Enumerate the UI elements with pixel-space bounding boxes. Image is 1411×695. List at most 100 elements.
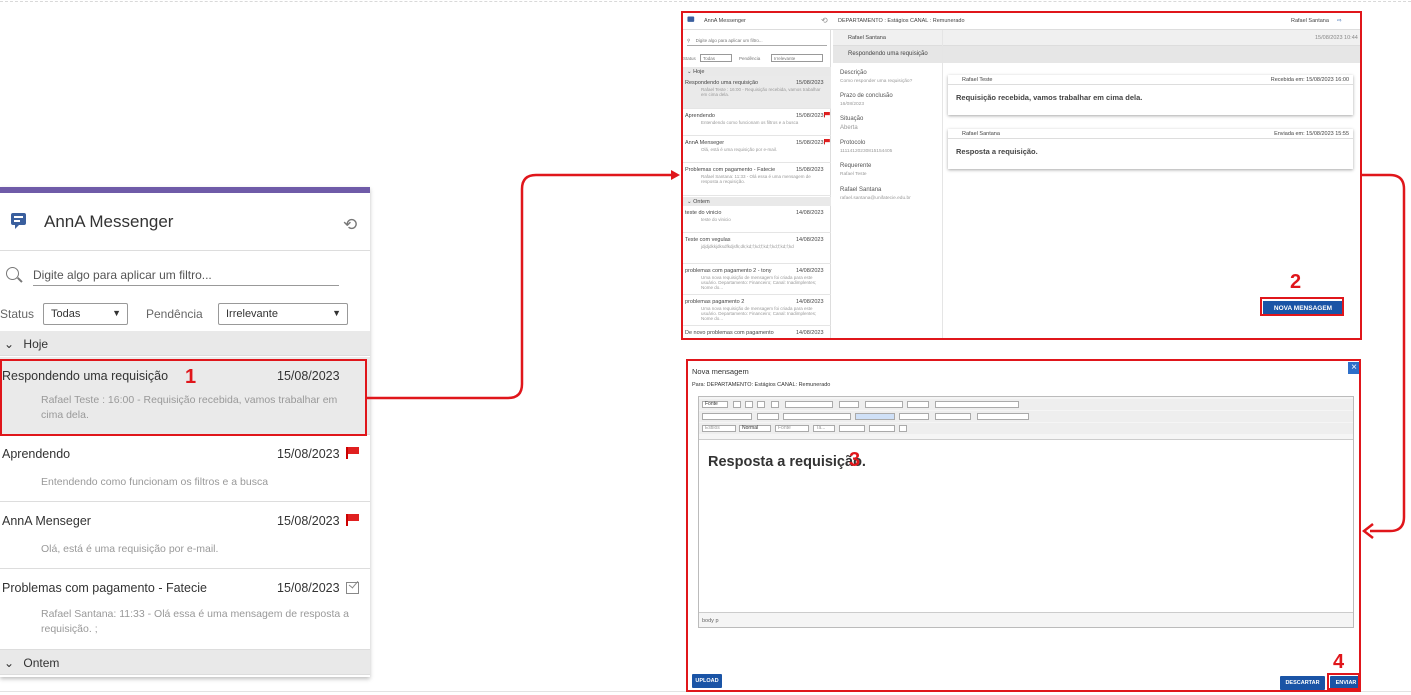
toolbar-button[interactable] [733, 401, 741, 408]
shot-group-yesterday[interactable]: ⌄ Ontem [683, 197, 831, 206]
detail-key: Prazo de conclusão [840, 93, 893, 99]
shot-sidebar: ⚲ Digite algo para aplicar um filtro... … [683, 30, 831, 338]
detail-key: Protocolo [840, 140, 866, 146]
shot-search[interactable]: ⚲ Digite algo para aplicar um filtro... [687, 38, 827, 46]
shot-status-select[interactable]: Todas [700, 54, 732, 62]
item-date: 15/08/2023 [277, 514, 340, 528]
refresh-icon[interactable]: ⟲ [343, 215, 357, 235]
format-select[interactable]: Normal [739, 425, 771, 432]
link-buttons[interactable] [935, 413, 971, 420]
detail-key: Requerente [840, 163, 872, 169]
shot-context: DEPARTAMENTO : Estágios CANAL : Remunera… [838, 18, 965, 24]
toolbar-button[interactable] [757, 401, 765, 408]
close-icon[interactable]: × [1348, 362, 1359, 374]
messenger-screenshot: AnnA Messenger ⟲ DEPARTAMENTO : Estágios… [681, 11, 1362, 340]
shot-item-title: problemas pagamento 2 [685, 299, 745, 305]
step-number: 2 [1290, 271, 1302, 293]
toolbar-button-group[interactable] [839, 401, 859, 408]
shot-list-item[interactable]: Teste com vegulas 14/08/2023 jdjdjdkkjdksd… [683, 233, 831, 264]
shot-pend-label: Pendência [739, 56, 761, 61]
detail-key: Rafael Santana [840, 187, 882, 193]
item-title: Problemas com pagamento - Fatecie [2, 581, 207, 595]
search-input[interactable] [33, 265, 339, 286]
logout-icon[interactable]: ⇨ [1337, 18, 1342, 24]
filter-row: Status Todas ▼ Pendência Irrelevante ▼ [0, 303, 370, 325]
toolbar-button-group[interactable] [869, 425, 895, 432]
shot-filters: Status Todas Pendência Irrelevante [683, 54, 831, 64]
indent-buttons[interactable] [783, 413, 851, 420]
shot-list-item[interactable]: teste do vinicio 14/08/2023 teste do vinic… [683, 206, 831, 233]
shot-list-item[interactable]: problemas com pagamento 2 - tony 14/08/20… [683, 264, 831, 295]
dialog-title: Nova mensagem [692, 367, 749, 376]
detail-value: rafael.santana@unifatecie.edu.br [840, 196, 911, 201]
shot-pend-select[interactable]: Irrelevante [771, 54, 823, 62]
shot-list-item[interactable]: AnnA Menseger 15/08/2023 Olá, está é uma r… [683, 136, 831, 163]
shot-item-date: 14/08/2023 [796, 210, 824, 216]
group-label: Hoje [23, 337, 49, 351]
chevron-down-icon: ⌄ [4, 337, 15, 351]
shot-list-item[interactable]: Aprendendo 15/08/2023 Entendendo como func… [683, 109, 831, 136]
message-author: Rafael Santana [962, 131, 1000, 137]
item-title: Aprendendo [2, 447, 71, 461]
group-header-yesterday[interactable]: ⌄ Ontem [0, 650, 370, 675]
shot-item-preview: jdjdjdkkjdksdfkdjsfk;dk;kd;f;kd;f;kd;f;k… [701, 244, 794, 249]
list-item[interactable]: Aprendendo 15/08/2023 Entendendo como fu… [0, 435, 370, 502]
upload-button[interactable]: UPLOAD [692, 674, 722, 688]
flag-icon [346, 514, 359, 526]
highlight-box [1327, 673, 1360, 690]
shot-item-title: Respondendo uma requisição [685, 80, 759, 86]
flag-icon [346, 447, 359, 459]
status-value: Todas [51, 308, 81, 320]
item-preview: Entendendo como funcionam os filtros e a… [41, 476, 269, 488]
shot-app-title: AnnA Messenger [704, 18, 746, 24]
shot-pend-value: Irrelevante [774, 56, 796, 61]
list-item[interactable]: Problemas com pagamento - Fatecie 15/08/… [0, 569, 370, 650]
refresh-icon[interactable]: ⟲ [821, 16, 828, 25]
toolbar-button-group[interactable] [935, 401, 1019, 408]
status-select[interactable]: Todas ▼ [43, 303, 128, 325]
shot-list-item[interactable]: De novo problemas com pagamento 14/08/202… [683, 326, 831, 338]
item-date: 15/08/2023 [277, 447, 340, 461]
toolbar-button-group[interactable] [907, 401, 929, 408]
size-select[interactable]: Ta... [813, 425, 835, 432]
item-preview: Rafael Santana: 11:33 - Olá essa é uma m… [41, 608, 349, 635]
shot-item-date: 14/08/2023 [796, 299, 824, 305]
color-buttons[interactable] [839, 425, 865, 432]
align-buttons[interactable] [855, 413, 895, 420]
source-button[interactable]: Fonte [702, 401, 728, 408]
detail-value: 16/08/2023 [840, 102, 865, 107]
editor-toolbar-2 [699, 411, 1353, 422]
group-label: Ontem [23, 656, 60, 670]
group-header-today[interactable]: ⌄ Hoje [0, 331, 370, 356]
shot-list-item[interactable]: Problemas com pagamento - Fatecie 15/08/2… [683, 163, 831, 196]
editor-content-area[interactable]: Resposta a requisição. [699, 439, 1353, 613]
format-buttons[interactable] [702, 413, 752, 420]
toolbar-button[interactable] [745, 401, 753, 408]
message-card-received: Rafael Teste Recebida em: 15/08/2023 16:… [948, 75, 1353, 115]
detail-value: Aberta [840, 125, 858, 131]
flag-icon [824, 112, 830, 118]
shot-header-date: 15/08/2023 10:44 [1315, 35, 1358, 41]
shot-list-item[interactable]: Respondendo uma requisição 15/08/2023 Rafa… [683, 76, 831, 109]
chevron-down-icon: ▼ [112, 308, 121, 318]
shot-item-preview: Uma nova requisição de mensagem foi cria… [701, 275, 817, 290]
insert-buttons[interactable] [977, 413, 1029, 420]
help-button[interactable] [899, 425, 907, 432]
list-item[interactable]: AnnA Menseger 15/08/2023 Olá, está é uma… [0, 502, 370, 569]
shot-item-title: Teste com vegulas [685, 237, 731, 243]
item-date: 15/08/2023 [277, 581, 340, 595]
message-text: Resposta a requisição. [956, 147, 1038, 156]
arrow-top-to-editor [1362, 173, 1406, 533]
toolbar-button-group[interactable] [865, 401, 903, 408]
toolbar-button-group[interactable] [899, 413, 929, 420]
toolbar-button[interactable] [771, 401, 779, 408]
editor-toolbar-3: Estilos Normal Fonte Ta... [699, 423, 1353, 434]
pendencia-select[interactable]: Irrelevante ▼ [218, 303, 348, 325]
discard-button[interactable]: DESCARTAR [1280, 676, 1325, 690]
shot-group-today[interactable]: ⌄ Hoje [683, 67, 831, 76]
list-buttons[interactable] [757, 413, 779, 420]
shot-list-item[interactable]: problemas pagamento 2 14/08/2023 Uma nova … [683, 295, 831, 326]
font-select[interactable]: Fonte [775, 425, 809, 432]
styles-select[interactable]: Estilos [702, 425, 736, 432]
toolbar-button-group[interactable] [785, 401, 833, 408]
